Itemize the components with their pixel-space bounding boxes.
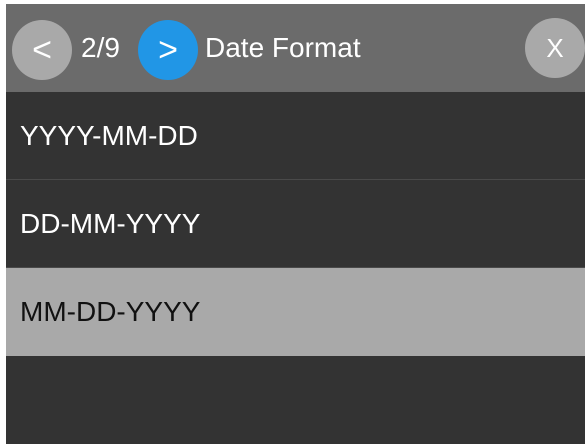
option-mm-dd-yyyy[interactable]: MM-DD-YYYY xyxy=(6,268,585,356)
header-bar: < 2/9 > Date Format X xyxy=(6,4,585,92)
date-format-dialog: < 2/9 > Date Format X YYYY-MM-DD DD-MM-Y… xyxy=(6,4,585,444)
previous-button[interactable]: < xyxy=(12,20,72,80)
next-button[interactable]: > xyxy=(138,20,198,80)
option-yyyy-mm-dd[interactable]: YYYY-MM-DD xyxy=(6,92,585,180)
chevron-right-icon: > xyxy=(158,31,178,69)
page-title: Date Format xyxy=(205,32,361,63)
page-counter: 2/9 xyxy=(81,32,120,63)
chevron-left-icon: < xyxy=(32,31,52,69)
close-button[interactable]: X xyxy=(525,18,585,78)
option-dd-mm-yyyy[interactable]: DD-MM-YYYY xyxy=(6,180,585,268)
close-icon: X xyxy=(546,33,564,63)
date-format-options: YYYY-MM-DD DD-MM-YYYY MM-DD-YYYY xyxy=(6,92,585,356)
